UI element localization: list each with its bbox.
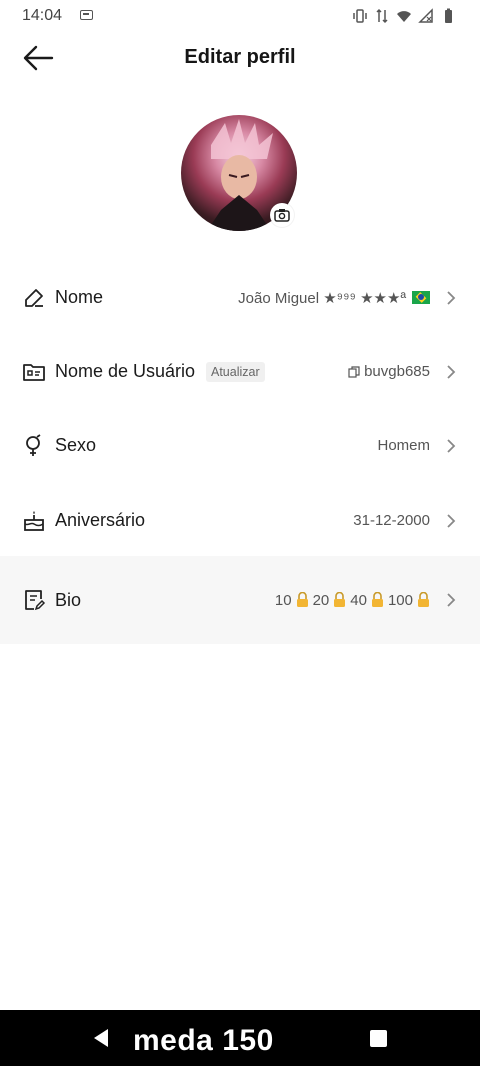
row-label-aniversario: Aniversário [55,510,146,530]
status-time: 14:04 [22,7,63,24]
row-aniversario[interactable]: Aniversário 31-12-2000 [0,483,480,558]
signal-icon [418,8,433,23]
id-card-folder-icon [23,363,45,381]
row-label-sexo: Sexo [55,435,97,455]
lock-icon [334,592,346,607]
pencil-icon [25,288,43,307]
lock-icon [418,592,429,607]
bio-edit-icon [25,590,46,611]
row-label-bio: Bio [55,589,82,610]
page-title: Editar perfil [184,46,296,68]
lock-icon [371,592,383,607]
chevron-right-icon [447,290,456,305]
bio-value-4: 100 [387,591,413,609]
message-notification-icon [80,10,93,20]
row-value-sexo: Homem [377,437,430,454]
chevron-right-icon [447,513,456,528]
row-nome[interactable]: Nome João Miguel ★⁹⁹⁹ ★★★ª [0,260,480,335]
row-username[interactable]: Nome de Usuário Atualizar buvgb685 [0,334,480,409]
header: Editar perfil [0,32,480,86]
vibrate-icon [353,9,367,23]
chevron-right-icon [447,364,456,379]
row-label-username: Nome de Usuário [55,361,196,381]
row-value-username: buvgb685 [348,363,430,380]
battery-icon [445,8,452,23]
update-badge[interactable]: Atualizar [206,361,265,382]
row-value-bio: 10 20 40 100 [275,592,430,609]
avatar-container[interactable] [181,115,299,233]
copy-icon[interactable] [348,365,360,378]
nav-recents-icon[interactable] [370,1030,387,1047]
row-sexo[interactable]: Sexo Homem [0,408,480,483]
camera-icon[interactable] [270,203,294,227]
gender-icon [26,433,41,456]
row-value-aniversario: 31-12-2000 [353,512,430,529]
wifi-icon [397,11,411,22]
birthday-cake-icon [24,510,44,531]
data-arrows-icon [376,8,388,24]
system-nav-bar: meda 150 [0,1010,480,1066]
username-value: buvgb685 [364,363,430,380]
row-bio[interactable]: Bio 10 20 40 100 [0,556,480,644]
row-label-nome: Nome [55,287,104,307]
name-value: João Miguel ★⁹⁹⁹ ★★★ª [238,289,406,307]
status-bar: 14:04 [0,0,480,32]
nav-back-icon[interactable] [92,1028,110,1048]
chevron-right-icon [447,593,456,607]
row-value-nome: João Miguel ★⁹⁹⁹ ★★★ª [238,289,430,307]
nav-overlay-text[interactable]: meda 150 [133,1024,274,1058]
chevron-right-icon [447,438,456,453]
bio-value-3: 40 [350,591,367,609]
bio-value-1: 10 [274,591,292,609]
lock-icon [296,592,308,607]
bio-value-2: 20 [312,591,330,609]
status-icons [352,8,456,24]
brazil-flag-icon [412,291,430,304]
